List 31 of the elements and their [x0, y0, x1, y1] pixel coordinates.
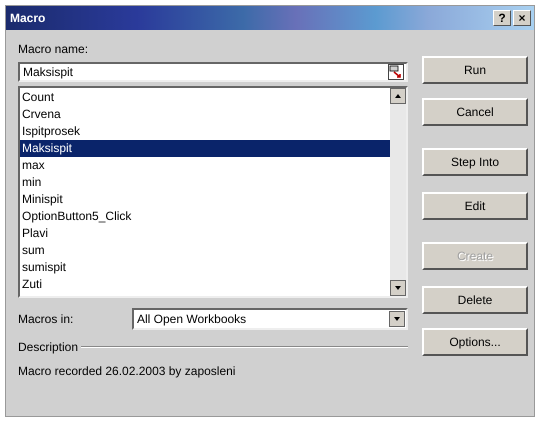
collapse-dialog-icon[interactable] — [388, 64, 404, 80]
dialog-button[interactable]: Step Into — [422, 148, 528, 176]
scroll-down-button[interactable] — [390, 280, 406, 296]
dialog-button[interactable]: Edit — [422, 192, 528, 220]
macro-list-item[interactable]: Crvena — [20, 106, 390, 123]
macro-list-item[interactable]: min — [20, 174, 390, 191]
dialog-button[interactable]: Run — [422, 56, 528, 84]
macro-list-item[interactable]: max — [20, 157, 390, 174]
macro-list-item[interactable]: Count — [20, 89, 390, 106]
window-title: Macro — [10, 11, 46, 25]
macros-in-dropdown[interactable]: All Open Workbooks — [132, 308, 408, 330]
field-label: Macros in: — [18, 312, 74, 326]
macro-list-item[interactable]: sum — [20, 242, 390, 259]
description-text: Macro recorded 26.02.2003 by zaposleni — [18, 364, 236, 378]
macro-list-item[interactable]: Minispit — [20, 191, 390, 208]
macro-list-item[interactable]: sumispit — [20, 259, 390, 276]
dialog-button[interactable]: Delete — [422, 286, 528, 314]
close-button[interactable]: × — [513, 10, 531, 26]
macro-list-item[interactable]: Maksispit — [20, 140, 390, 157]
macro-list-item[interactable]: OptionButton5_Click — [20, 208, 390, 225]
dialog-button[interactable]: Cancel — [422, 98, 528, 126]
field-label: Macro name: — [18, 42, 90, 56]
group-label: Description — [18, 340, 78, 354]
dialog-button[interactable]: Options... — [422, 328, 528, 356]
macro-list-item[interactable]: Plavi — [20, 225, 390, 242]
macro-list-item[interactable]: Ispitprosek — [20, 123, 390, 140]
scroll-up-button[interactable] — [390, 88, 406, 104]
macro-name-field[interactable]: Maksispit — [18, 62, 408, 82]
scrollbar[interactable] — [390, 88, 406, 296]
help-button[interactable]: ? — [493, 10, 511, 26]
macro-list-item[interactable]: Zuti — [20, 276, 390, 293]
